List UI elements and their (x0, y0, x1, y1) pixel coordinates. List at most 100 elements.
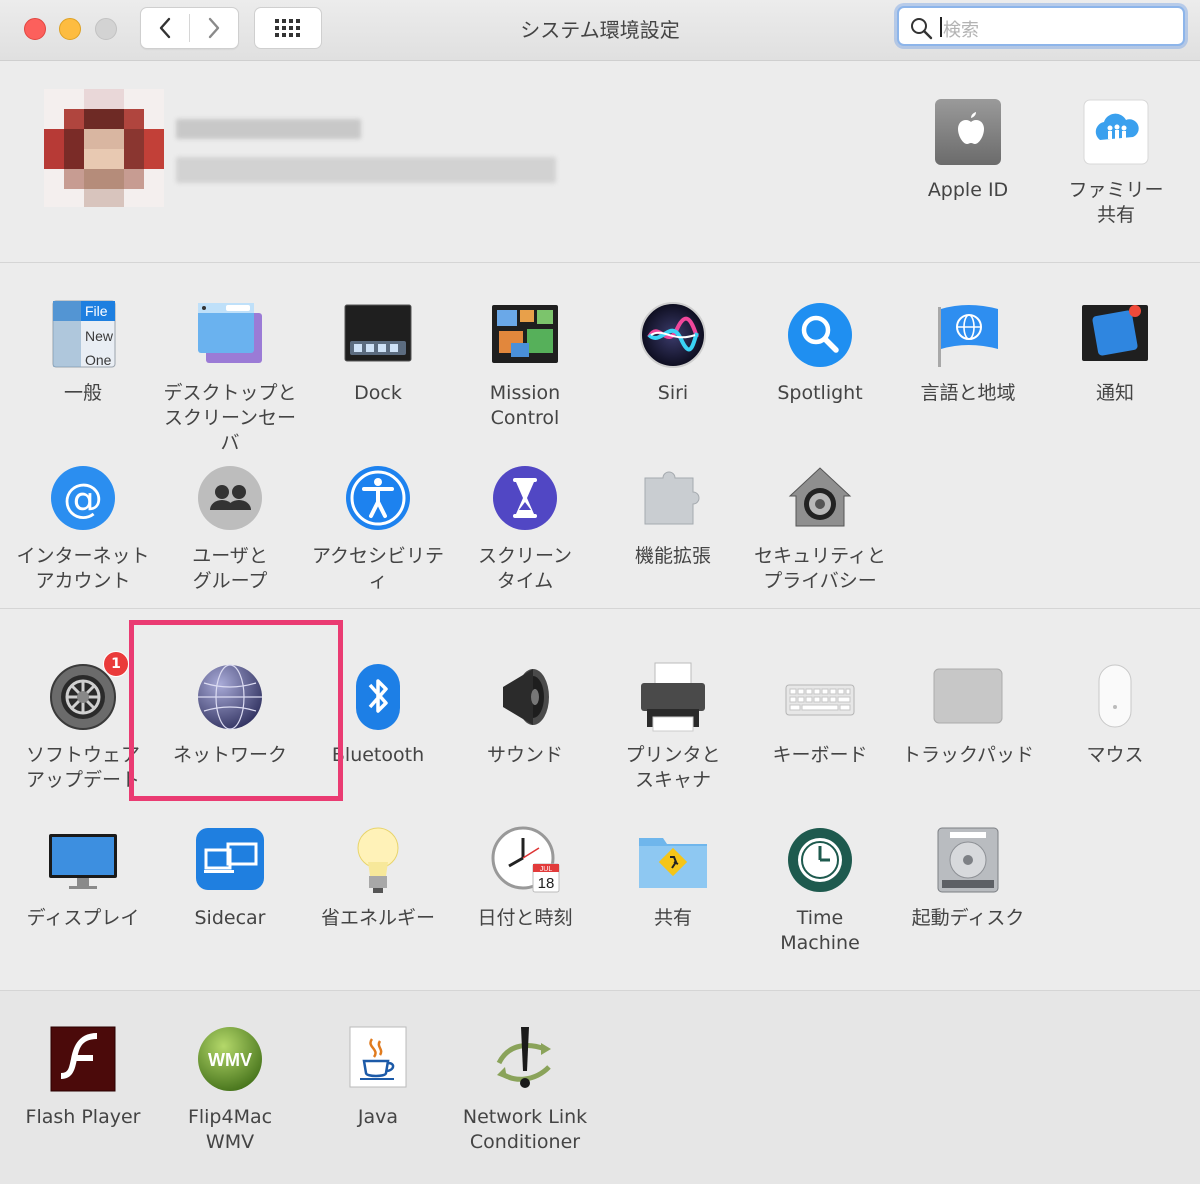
pane-label: プリンタと スキャナ (625, 744, 721, 791)
text-cursor (940, 17, 942, 37)
navigation-buttons (140, 7, 239, 49)
family-icon (1080, 96, 1152, 168)
hardware-section: 1 ソフトウェア アップデート ネットワーク Bluetooth サウンド プリ… (0, 609, 1200, 991)
pane-software-update[interactable]: 1 ソフトウェア アップデート (9, 651, 157, 793)
pane-label: Java (357, 1106, 399, 1128)
pane-network[interactable]: ネットワーク (156, 661, 304, 768)
zoom-button[interactable] (95, 18, 117, 40)
pane-users[interactable]: ユーザと グループ (156, 462, 304, 594)
pane-general[interactable]: File New One 一般 (9, 299, 157, 406)
close-button[interactable] (24, 18, 46, 40)
calendar-day-text: 18 (538, 875, 555, 892)
pane-sound[interactable]: サウンド (451, 661, 599, 768)
pane-bluetooth[interactable]: Bluetooth (304, 661, 452, 768)
grid-icon (275, 19, 300, 37)
search-icon (911, 18, 933, 40)
avatar[interactable] (44, 89, 164, 207)
pane-label: キーボード (772, 744, 868, 766)
pane-label: Network Link Conditioner (462, 1106, 588, 1153)
network-globe-icon (194, 661, 266, 733)
trackpad-icon (932, 661, 1004, 733)
calendar-month-text: JUL (540, 866, 553, 873)
mission-control-icon (489, 299, 561, 371)
pane-sidecar[interactable]: Sidecar (156, 824, 304, 931)
pane-displays[interactable]: ディスプレイ (9, 824, 157, 931)
spotlight-icon (784, 299, 856, 371)
chevron-right-icon (208, 17, 220, 39)
pane-dock[interactable]: Dock (304, 299, 452, 406)
java-icon (342, 1023, 414, 1095)
pane-label: ファミリー 共有 (1068, 179, 1164, 226)
pane-mission-control[interactable]: Mission Control (451, 299, 599, 431)
display-icon (47, 824, 119, 896)
pane-label: インターネット アカウント (16, 545, 150, 592)
pane-time-machine[interactable]: Time Machine (746, 824, 894, 956)
house-lock-icon (784, 462, 856, 534)
notifications-icon (1079, 299, 1151, 371)
pane-trackpad[interactable]: トラックパッド (894, 661, 1042, 768)
pane-internet-accounts[interactable]: @ インターネット アカウント (9, 462, 157, 594)
desktop-icon (194, 299, 266, 371)
time-machine-icon (784, 824, 856, 896)
puzzle-icon (637, 462, 709, 534)
pane-network-link-conditioner[interactable]: Network Link Conditioner (451, 1023, 599, 1155)
hourglass-icon (489, 462, 561, 534)
other-section: Flash Player WMV Flip4Mac WMV Java Netwo… (0, 991, 1200, 1184)
keyboard-icon (784, 661, 856, 733)
pane-sharing[interactable]: 共有 (599, 824, 747, 931)
speaker-icon (489, 661, 561, 733)
pane-security[interactable]: セキュリティと プライバシー (746, 462, 894, 594)
pane-desktop[interactable]: デスクトップと スクリーンセーバ (156, 299, 304, 456)
pane-extensions[interactable]: 機能拡張 (599, 462, 747, 569)
pane-label: ディスプレイ (26, 907, 140, 929)
accessibility-icon (342, 462, 414, 534)
user-name-blurred (176, 119, 361, 139)
pane-label: 日付と時刻 (477, 907, 573, 929)
forward-button[interactable] (190, 8, 238, 48)
flash-icon (47, 1023, 119, 1095)
pane-label: Time Machine (780, 907, 860, 954)
pane-printers[interactable]: プリンタと スキャナ (599, 661, 747, 793)
pane-language[interactable]: 言語と地域 (894, 299, 1042, 406)
pane-label: 通知 (1095, 382, 1134, 404)
pane-energy[interactable]: 省エネルギー (304, 824, 452, 931)
pane-date-time[interactable]: JUL 18 日付と時刻 (451, 824, 599, 931)
search-placeholder: 検索 (943, 20, 979, 41)
pane-label: 機能拡張 (634, 545, 711, 567)
personal-section: File New One 一般 デスクトップと スクリーンセーバ Dock Mi… (0, 263, 1200, 609)
minimize-button[interactable] (59, 18, 81, 40)
back-button[interactable] (141, 8, 189, 48)
pane-label: Dock (354, 382, 402, 404)
update-badge: 1 (103, 651, 129, 677)
pane-flash-player[interactable]: Flash Player (9, 1023, 157, 1130)
wmv-icon: WMV (194, 1023, 266, 1095)
pane-label: Flip4Mac WMV (187, 1106, 273, 1153)
pane-label: ネットワーク (172, 744, 287, 766)
svg-text:@: @ (63, 476, 103, 522)
pane-notifications[interactable]: 通知 (1041, 299, 1189, 406)
flag-globe-icon (932, 299, 1004, 371)
lightbulb-icon (342, 824, 414, 896)
user-email-blurred (176, 157, 556, 183)
pane-screen-time[interactable]: スクリーン タイム (451, 462, 599, 594)
pane-mouse[interactable]: マウス (1041, 661, 1189, 768)
sidecar-icon (194, 824, 266, 896)
icon-open-text: One (85, 352, 112, 368)
pane-keyboard[interactable]: キーボード (746, 661, 894, 768)
pane-java[interactable]: Java (304, 1023, 452, 1130)
pane-siri[interactable]: Siri (599, 299, 747, 406)
show-all-button[interactable] (254, 7, 322, 49)
mouse-icon (1079, 661, 1151, 733)
pane-label: 省エネルギー (320, 907, 435, 929)
pane-family-sharing[interactable]: ファミリー 共有 (1042, 96, 1190, 228)
title-bar: システム環境設定 検索 (0, 0, 1200, 61)
pane-apple-id[interactable]: Apple ID (894, 96, 1042, 203)
apple-logo-icon (932, 96, 1004, 168)
pane-startup-disk[interactable]: 起動ディスク (894, 824, 1042, 931)
pane-label: デスクトップと スクリーンセーバ (163, 382, 297, 454)
pane-label: Siri (657, 382, 689, 404)
pane-spotlight[interactable]: Spotlight (746, 299, 894, 406)
search-field[interactable]: 検索 (897, 6, 1185, 46)
pane-accessibility[interactable]: アクセシビリティ (304, 462, 452, 594)
pane-flip4mac[interactable]: WMV Flip4Mac WMV (156, 1023, 304, 1155)
